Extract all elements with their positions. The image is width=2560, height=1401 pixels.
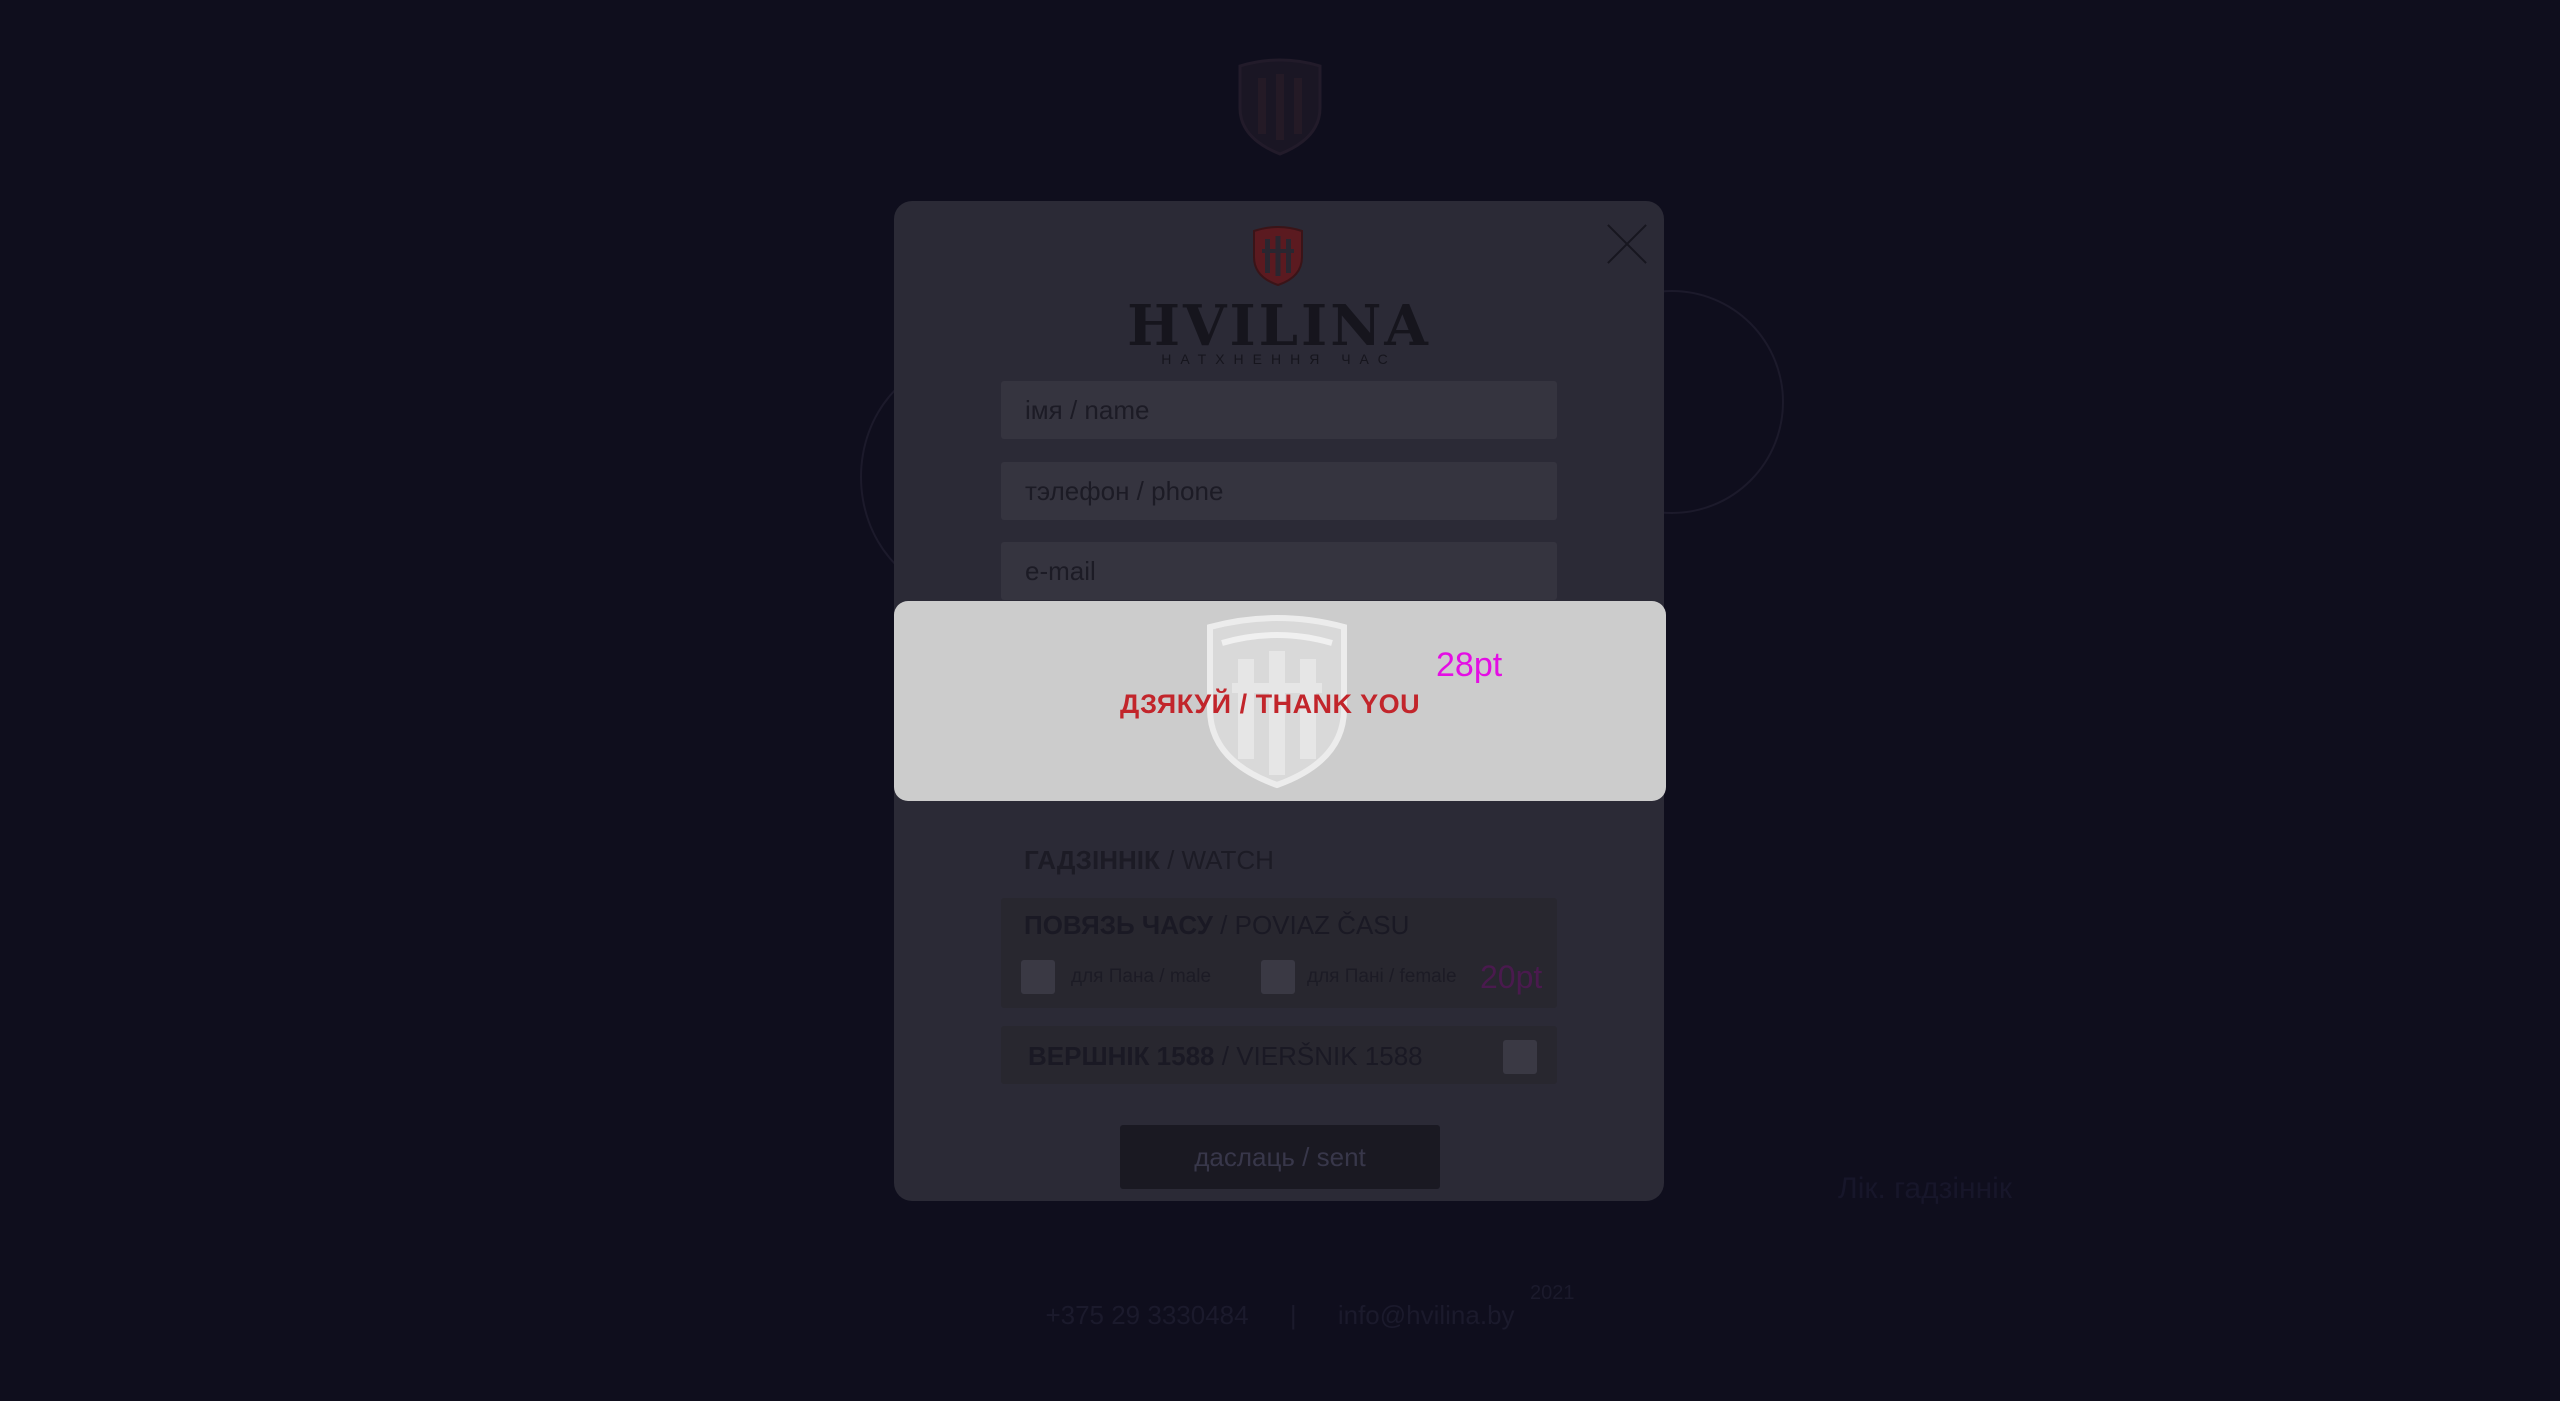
footer-contacts: +375 29 3330484 | info@hvilina.by <box>0 1300 2560 1331</box>
male-checkbox[interactable] <box>1021 960 1055 994</box>
top-title-bold: ВЕРШНІК 1588 <box>1028 1041 1215 1071</box>
male-option-label: для Пана / male <box>1071 966 1212 987</box>
footer-separator: | <box>1289 1300 1297 1330</box>
strap-group-title: ПОВЯЗЬ ЧАСУ / POVIAZ ČASU <box>1024 910 1409 941</box>
popup-size-hint: 28pt <box>1436 646 1503 684</box>
top-checkbox[interactable] <box>1503 1040 1537 1074</box>
female-checkbox[interactable] <box>1261 960 1295 994</box>
watch-section-label-rest: / WATCH <box>1159 845 1274 875</box>
footer-mark: 2021 <box>1530 1282 1575 1304</box>
background-watch-label: Лік. гадзіннік <box>1838 1172 2012 1205</box>
strap-size-hint: 20pt <box>1480 959 1543 995</box>
thank-you-popup: ДЗЯКУЙ / THANK YOU 28pt <box>894 601 1666 801</box>
brand-name: HVILINA <box>1127 293 1431 359</box>
email-input[interactable] <box>1001 542 1557 600</box>
watch-section-label-bold: ГАДЗІННІК <box>1024 845 1160 875</box>
brand-shield-icon <box>1253 226 1303 287</box>
female-option-label: для Пані / female <box>1307 966 1457 987</box>
strap-title-bold: ПОВЯЗЬ ЧАСУ <box>1024 910 1213 940</box>
top-option-group: ВЕРШНІК 1588 / VIERŠNIK 1588 <box>1001 1026 1557 1084</box>
watch-section-label: ГАДЗІННІК / WATCH <box>1024 845 1274 876</box>
strap-title-rest: / POVIAZ ČASU <box>1212 910 1410 940</box>
name-input[interactable] <box>1001 381 1557 439</box>
thank-you-message: ДЗЯКУЙ / THANK YOU <box>1120 689 1421 719</box>
footer-email[interactable]: info@hvilina.by <box>1338 1300 1515 1330</box>
footer-phone[interactable]: +375 29 3330484 <box>1045 1300 1248 1330</box>
top-group-title: ВЕРШНІК 1588 / VIERŠNIK 1588 <box>1028 1041 1423 1072</box>
phone-input[interactable] <box>1001 462 1557 520</box>
top-title-rest: / VIERŠNIK 1588 <box>1214 1041 1423 1071</box>
page: Лік. гадзіннік +375 29 3330484 | info@hv… <box>0 0 2560 1401</box>
strap-option-group: ПОВЯЗЬ ЧАСУ / POVIAZ ČASU для Пана / mal… <box>1001 898 1557 1008</box>
close-icon[interactable] <box>1604 221 1650 267</box>
background-logo <box>1238 58 1322 156</box>
brand-tagline: НАТХНЕННЯ ЧАС <box>1161 351 1397 367</box>
send-button[interactable]: даслаць / sent <box>1120 1125 1440 1189</box>
